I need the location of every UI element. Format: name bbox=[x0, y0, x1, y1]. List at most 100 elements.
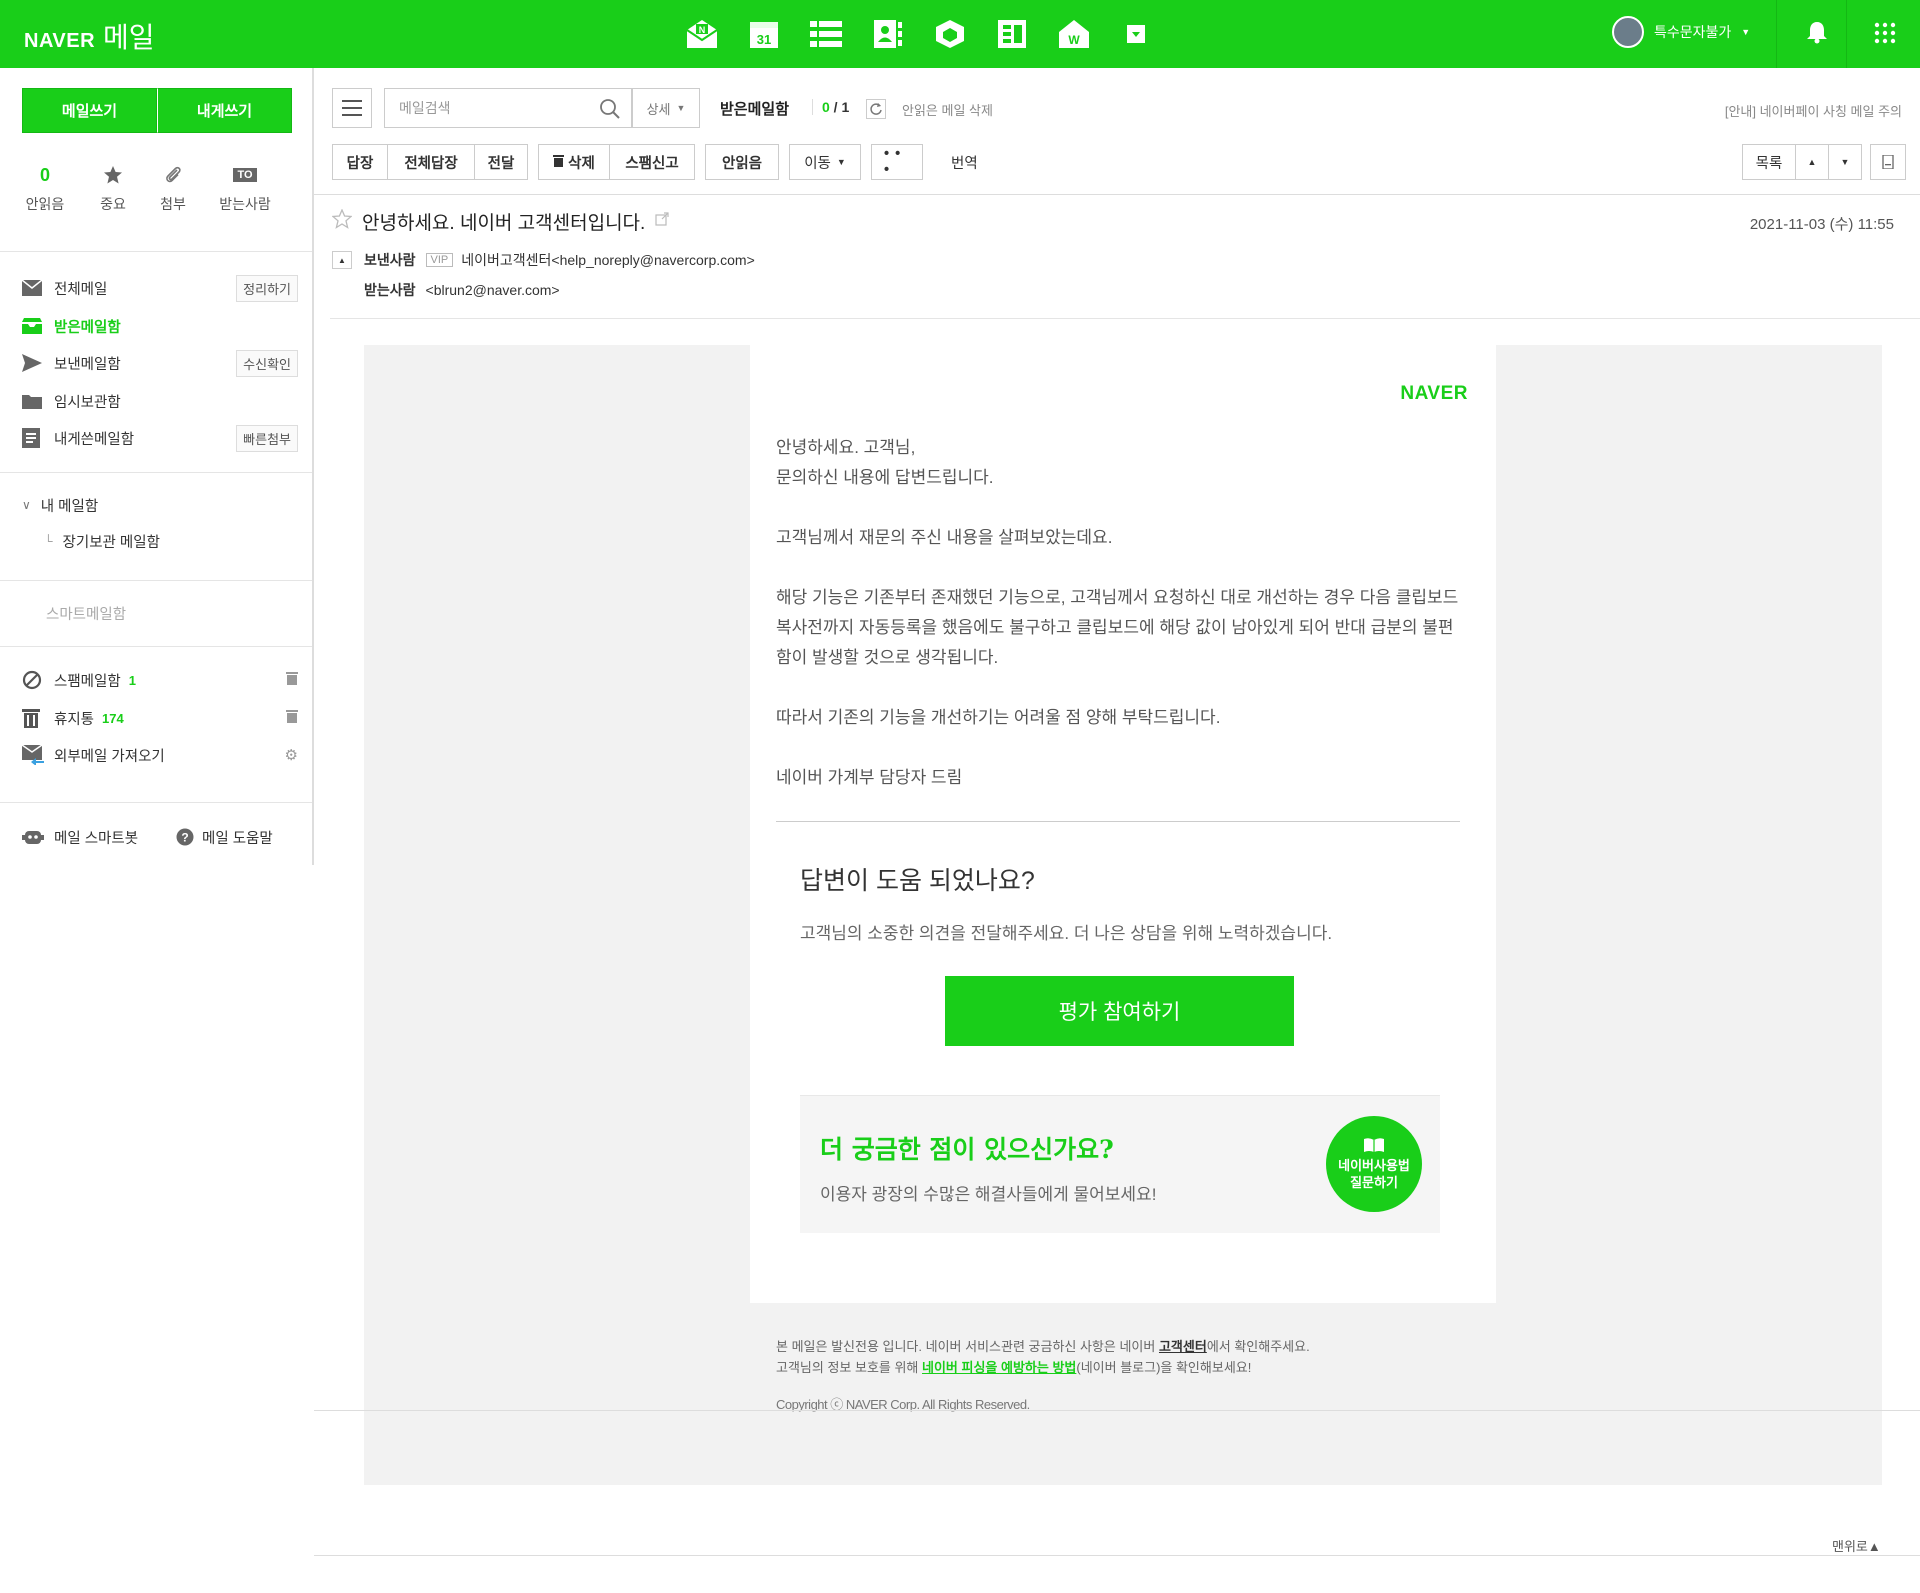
calendar-icon[interactable]: 31 bbox=[744, 14, 784, 54]
star-icon bbox=[103, 164, 123, 186]
board-icon[interactable] bbox=[992, 14, 1032, 54]
apps-grid-icon[interactable] bbox=[1874, 22, 1896, 49]
reply-button[interactable]: 답장 bbox=[332, 144, 388, 180]
ask-question-button[interactable]: 네이버사용법 질문하기 bbox=[1326, 1116, 1422, 1212]
faq-banner[interactable]: 더 궁금한 점이 있으신가요? 이용자 광장의 수많은 해결사들에게 물어보세요… bbox=[800, 1095, 1440, 1233]
folder-label: 내게쓴메일함 bbox=[54, 431, 135, 448]
list-button[interactable]: 목록 bbox=[1742, 144, 1796, 180]
naver-logo: NAVER bbox=[1400, 383, 1468, 404]
rate-button[interactable]: 평가 참여하기 bbox=[945, 976, 1294, 1046]
folder-spam[interactable]: 스팸메일함 1 bbox=[22, 666, 298, 694]
read-receipt-button[interactable]: 수신확인 bbox=[236, 349, 298, 377]
list-icon[interactable] bbox=[806, 14, 846, 54]
mail-content-card: NAVER 안녕하세요. 고객님, 문의하신 내용에 답변드립니다. 고객님께서… bbox=[750, 345, 1496, 1303]
menu-icon[interactable] bbox=[332, 88, 372, 128]
folder-self[interactable]: 내게쓴메일함 빠른첨부 bbox=[22, 423, 298, 453]
delete-unread-link[interactable]: 안읽은 메일 삭제 bbox=[902, 100, 993, 119]
reply-all-button[interactable]: 전체답장 bbox=[387, 144, 475, 180]
mail-icon[interactable]: N bbox=[682, 14, 722, 54]
quick-important[interactable]: 중요 bbox=[80, 164, 146, 214]
contacts-icon[interactable] bbox=[868, 14, 908, 54]
smartbot-label: 메일 스마트봇 bbox=[54, 830, 139, 847]
empty-trash-icon[interactable] bbox=[286, 709, 298, 727]
quick-attach-button[interactable]: 빠른첨부 bbox=[236, 424, 298, 452]
folder-label: 전체메일 bbox=[54, 281, 108, 298]
unread-ratio: 0 / 1 bbox=[822, 99, 850, 115]
external-link-icon[interactable] bbox=[655, 212, 669, 231]
scroll-to-top-link[interactable]: 맨위로▲ bbox=[1832, 1536, 1881, 1555]
write-mail-button[interactable]: 메일쓰기 bbox=[22, 88, 157, 133]
organize-button[interactable]: 정리하기 bbox=[236, 274, 298, 302]
folder-drafts[interactable]: 임시보관함 bbox=[22, 386, 298, 416]
trash-icon[interactable] bbox=[286, 671, 298, 689]
customer-center-link[interactable]: 고객센터 bbox=[1159, 1339, 1207, 1354]
delete-button[interactable]: 삭제 bbox=[538, 144, 610, 180]
paragraph: 고객님께서 재문의 주신 내용을 살펴보았는데요. bbox=[776, 528, 1113, 547]
folder-all[interactable]: 전체메일 정리하기 bbox=[22, 273, 298, 303]
folder-archive[interactable]: └ 장기보관 메일함 bbox=[44, 528, 284, 554]
phishing-guide-link[interactable]: 네이버 피싱을 예방하는 방법 bbox=[922, 1360, 1076, 1375]
vip-badge[interactable]: VIP bbox=[425, 253, 454, 267]
forward-button[interactable]: 전달 bbox=[474, 144, 528, 180]
mark-unread-button[interactable]: 안읽음 bbox=[705, 144, 779, 180]
caret-down-icon: ▼ bbox=[676, 103, 686, 113]
divider bbox=[0, 251, 312, 252]
quick-attachment[interactable]: 첨부 bbox=[146, 164, 200, 214]
smart-mailbox-label: 스마트메일함 bbox=[46, 606, 127, 623]
cube-icon[interactable] bbox=[930, 14, 970, 54]
mail-help[interactable]: ? 메일 도움말 bbox=[176, 824, 296, 850]
send-icon bbox=[22, 354, 44, 372]
print-icon[interactable] bbox=[1870, 144, 1906, 180]
divider bbox=[776, 821, 1460, 822]
search-input[interactable]: 메일검색 bbox=[384, 88, 632, 128]
mail-smartbot[interactable]: 메일 스마트봇 bbox=[22, 824, 162, 850]
faq-question: 더 궁금한 점이 있으신가요? bbox=[820, 1135, 1114, 1164]
write-self-button[interactable]: 내게쓰기 bbox=[157, 88, 292, 133]
smart-mailbox[interactable]: 스마트메일함 bbox=[46, 600, 322, 626]
folder-inbox[interactable]: 받은메일함 bbox=[22, 311, 298, 341]
search-placeholder: 메일검색 bbox=[399, 100, 451, 116]
unread-count: 0 bbox=[39, 164, 50, 185]
robot-icon bbox=[22, 828, 44, 846]
home-work-icon[interactable]: W bbox=[1054, 14, 1094, 54]
more-button[interactable]: • • • bbox=[871, 144, 923, 180]
folder-icon bbox=[22, 393, 44, 409]
gear-icon[interactable]: ⚙ bbox=[285, 746, 298, 764]
detail-search-button[interactable]: 상세 ▼ bbox=[632, 88, 700, 128]
recipient-address[interactable]: <blrun2@naver.com> bbox=[426, 282, 560, 298]
tree-branch-icon: └ bbox=[44, 534, 53, 548]
folder-sent[interactable]: 보낸메일함 수신확인 bbox=[22, 348, 298, 378]
my-mailbox-label: 내 메일함 bbox=[40, 498, 99, 515]
folder-label: 스팸메일함 bbox=[54, 673, 121, 690]
external-mail[interactable]: 외부메일 가져오기 ⚙ bbox=[22, 741, 298, 769]
quick-unread[interactable]: 0 안읽음 bbox=[10, 164, 80, 214]
mailbox-toolbar: 메일검색 상세 ▼ 받은메일함 0 / 1 안읽은 메일 삭제 [안내] 네이버… bbox=[332, 88, 1912, 128]
quick-recipient[interactable]: TO 받는사람 bbox=[200, 164, 290, 214]
move-button[interactable]: 이동 ▼ bbox=[789, 144, 861, 180]
user-menu[interactable]: 특수문자불가 ▼ bbox=[1612, 16, 1750, 48]
refresh-icon[interactable] bbox=[866, 99, 886, 119]
trash-icon bbox=[553, 154, 565, 171]
my-mailbox-toggle[interactable]: ∨ 내 메일함 bbox=[22, 492, 298, 518]
report-spam-button[interactable]: 스팸신고 bbox=[609, 144, 695, 180]
message-actions: 답장 전체답장 전달 삭제 스팸신고 안읽음 이동 ▼ • • • 번역 bbox=[332, 144, 978, 180]
translate-button[interactable]: 번역 bbox=[951, 144, 978, 180]
question-icon: ? bbox=[176, 828, 194, 846]
divider bbox=[812, 99, 813, 115]
greeting: 안녕하세요. 고객님, 문의하신 내용에 답변드립니다. bbox=[776, 438, 994, 487]
app-switcher: N 31 W bbox=[682, 14, 1156, 54]
previous-icon[interactable]: ▲ bbox=[1795, 144, 1829, 180]
quick-filters: 0 안읽음 중요 첨부 TO 받는사람 bbox=[22, 164, 302, 214]
divider bbox=[330, 318, 1920, 319]
bell-icon[interactable] bbox=[1806, 20, 1828, 49]
collapse-icon[interactable]: ▲ bbox=[332, 251, 352, 269]
next-icon[interactable]: ▼ bbox=[1828, 144, 1862, 180]
star-icon[interactable] bbox=[331, 208, 353, 234]
folder-label: 보낸메일함 bbox=[54, 356, 121, 373]
search-icon[interactable] bbox=[599, 98, 621, 123]
folder-trash[interactable]: 휴지통 174 bbox=[22, 704, 298, 732]
more-apps-icon[interactable] bbox=[1116, 14, 1156, 54]
naver-mail-logo[interactable]: NAVER 메일 bbox=[24, 16, 155, 56]
notice-link[interactable]: [안내] 네이버페이 사칭 메일 주의 bbox=[1725, 101, 1902, 120]
sender-address[interactable]: 네이버고객센터<help_noreply@navercorp.com> bbox=[461, 250, 755, 270]
